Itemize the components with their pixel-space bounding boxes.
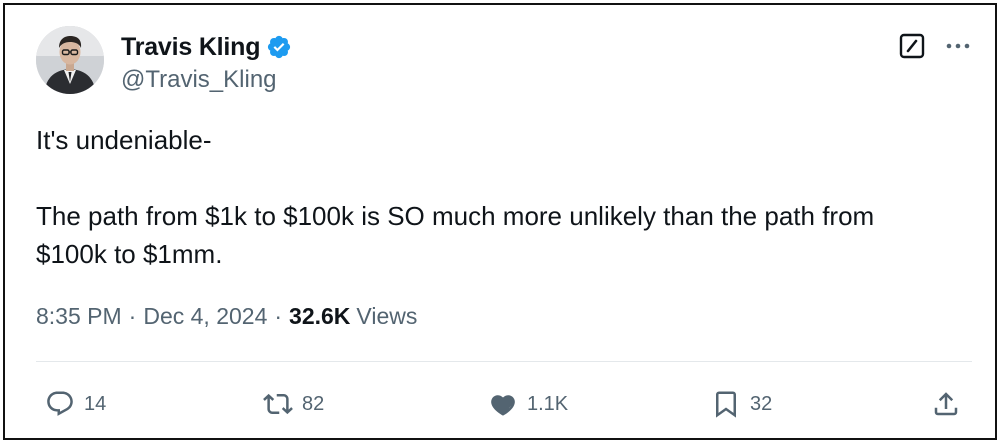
reply-icon bbox=[45, 389, 75, 419]
tweet-meta: 8:35 PM · Dec 4, 2024 · 32.6K Views bbox=[36, 303, 417, 330]
meta-separator: · bbox=[128, 303, 137, 329]
grok-icon[interactable] bbox=[898, 32, 926, 60]
tweet-date[interactable]: Dec 4, 2024 bbox=[143, 303, 267, 330]
tweet-line: $100k to $1mm. bbox=[36, 239, 223, 269]
author-handle[interactable]: @Travis_Kling bbox=[121, 66, 277, 94]
tweet-card: Travis Kling @Travis_Kling It's undeniab… bbox=[3, 3, 997, 440]
meta-separator: · bbox=[274, 303, 283, 329]
reply-button[interactable]: 14 bbox=[45, 388, 106, 420]
author-display-name[interactable]: Travis Kling bbox=[121, 33, 261, 62]
avatar[interactable] bbox=[36, 26, 104, 94]
like-button[interactable]: 1.1K bbox=[488, 388, 568, 420]
tweet-time[interactable]: 8:35 PM bbox=[36, 303, 122, 330]
bookmark-icon bbox=[711, 389, 741, 419]
retweet-icon bbox=[263, 389, 293, 419]
author-name-row: Travis Kling bbox=[121, 32, 292, 62]
bookmark-button[interactable]: 32 bbox=[711, 388, 772, 420]
tweet-line: The path from $1k to $100k is SO much mo… bbox=[36, 201, 875, 231]
like-count: 1.1K bbox=[527, 392, 569, 415]
divider bbox=[36, 361, 972, 362]
reply-count: 14 bbox=[84, 392, 107, 415]
like-icon bbox=[488, 389, 518, 419]
more-icon[interactable] bbox=[944, 37, 972, 55]
tweet-line: It's undeniable- bbox=[36, 125, 212, 155]
views-label[interactable]: Views bbox=[356, 303, 417, 330]
verified-badge-icon[interactable] bbox=[266, 34, 292, 60]
tweet-line-blank bbox=[36, 159, 976, 197]
bookmark-count: 32 bbox=[750, 392, 773, 415]
retweet-button[interactable]: 82 bbox=[263, 388, 324, 420]
views-count[interactable]: 32.6K bbox=[289, 303, 350, 330]
share-icon bbox=[931, 389, 961, 419]
retweet-count: 82 bbox=[302, 392, 325, 415]
share-button[interactable] bbox=[931, 388, 961, 420]
tweet-text: It's undeniable- The path from $1k to $1… bbox=[36, 121, 976, 273]
